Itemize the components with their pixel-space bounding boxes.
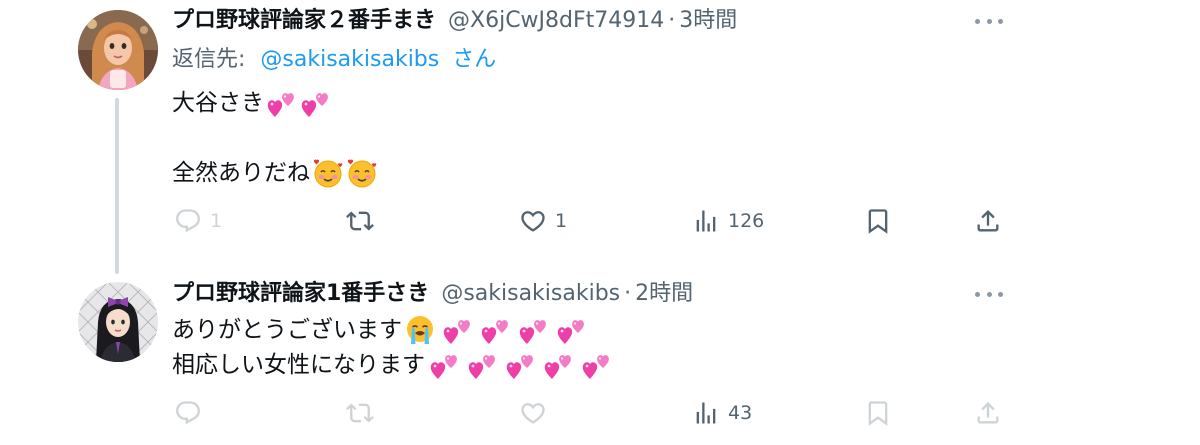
avatar[interactable] xyxy=(78,10,158,90)
loudly-crying-face-emoji-icon xyxy=(404,314,436,346)
like-icon xyxy=(519,399,547,427)
retweet-icon xyxy=(346,207,374,235)
retweet-icon xyxy=(346,399,374,427)
like-button[interactable]: 1 xyxy=(519,204,567,238)
two-hearts-emoji-icon xyxy=(581,349,613,381)
display-name[interactable]: プロ野球評論家1番手さき xyxy=(172,279,429,309)
tweet-text-line-2: 相応しい女性になります xyxy=(172,348,613,382)
user-handle[interactable]: @sakisakisakibs xyxy=(441,279,620,309)
display-name[interactable]: プロ野球評論家２番手まき xyxy=(172,6,436,36)
reply-mention-link[interactable]: @sakisakisakibs xyxy=(260,47,439,72)
views-count: 43 xyxy=(728,402,753,424)
reply-suffix: さん xyxy=(452,47,497,72)
share-icon xyxy=(974,399,1002,427)
reply-button[interactable]: 1 xyxy=(174,204,222,238)
bookmark-icon xyxy=(864,207,892,235)
avatar-image xyxy=(78,10,158,90)
reply-count: 1 xyxy=(210,210,223,232)
like-count: 1 xyxy=(555,210,568,232)
reply-button[interactable] xyxy=(174,396,210,430)
avatar[interactable] xyxy=(78,282,158,362)
views-count: 126 xyxy=(728,210,765,232)
two-hearts-emoji-icon xyxy=(300,87,332,119)
smiling-face-with-hearts-emoji-icon xyxy=(312,157,344,189)
separator-dot: · xyxy=(624,281,632,306)
tweet-text-line-1: ありがとうございます xyxy=(172,313,588,347)
thread-line xyxy=(115,98,119,274)
tweet-text-line-1: 大谷さき xyxy=(172,86,332,120)
views-button[interactable]: 43 xyxy=(692,396,752,430)
bookmark-button[interactable] xyxy=(864,396,892,430)
reply-icon xyxy=(174,399,202,427)
share-icon xyxy=(974,207,1002,235)
tweet-actions: 1 1 126 xyxy=(0,204,1200,238)
two-hearts-emoji-icon xyxy=(556,314,588,346)
tweet-1[interactable]: プロ野球評論家２番手まき @X6jCwJ8dFt74914 · 3時間 返信先:… xyxy=(0,0,1200,274)
two-hearts-emoji-icon xyxy=(429,349,461,381)
two-hearts-emoji-icon xyxy=(467,349,499,381)
retweet-button[interactable] xyxy=(346,204,382,238)
tweet-text: 全然ありだね xyxy=(172,160,310,186)
views-button[interactable]: 126 xyxy=(692,204,764,238)
tweet-header: プロ野球評論家２番手まき @X6jCwJ8dFt74914 · 3時間 xyxy=(172,6,737,36)
tweet-text-line-2: 全然ありだね xyxy=(172,156,378,190)
bookmark-button[interactable] xyxy=(864,204,892,238)
share-button[interactable] xyxy=(974,396,1002,430)
reply-icon xyxy=(174,207,202,235)
share-button[interactable] xyxy=(974,204,1002,238)
views-icon xyxy=(692,399,720,427)
timestamp[interactable]: 3時間 xyxy=(679,6,737,36)
tweet-actions: 43 xyxy=(0,396,1200,430)
tweet-header: プロ野球評論家1番手さき @sakisakisakibs · 2時間 xyxy=(172,279,693,309)
more-options-icon[interactable] xyxy=(975,289,1003,299)
bookmark-icon xyxy=(864,399,892,427)
retweet-button[interactable] xyxy=(346,396,382,430)
separator-dot: · xyxy=(668,8,676,33)
smiling-face-with-hearts-emoji-icon xyxy=(346,157,378,189)
two-hearts-emoji-icon xyxy=(480,314,512,346)
user-handle[interactable]: @X6jCwJ8dFt74914 xyxy=(448,6,664,36)
avatar-image xyxy=(78,282,158,362)
tweet-text: 相応しい女性になります xyxy=(172,352,425,378)
timestamp[interactable]: 2時間 xyxy=(635,279,693,309)
views-icon xyxy=(692,207,720,235)
two-hearts-emoji-icon xyxy=(543,349,575,381)
two-hearts-emoji-icon xyxy=(518,314,550,346)
two-hearts-emoji-icon xyxy=(266,87,298,119)
replying-to-label: 返信先: xyxy=(172,47,246,72)
tweet-text: ありがとうございます xyxy=(172,317,402,343)
like-button[interactable] xyxy=(519,396,555,430)
more-options-icon[interactable] xyxy=(975,16,1003,26)
like-icon xyxy=(519,207,547,235)
tweet-text: 大谷さき xyxy=(172,90,264,116)
tweet-2[interactable]: プロ野球評論家1番手さき @sakisakisakibs · 2時間 ありがとう… xyxy=(0,270,1200,445)
replying-to: 返信先: @sakisakisakibs さん xyxy=(172,45,496,75)
two-hearts-emoji-icon xyxy=(505,349,537,381)
two-hearts-emoji-icon xyxy=(442,314,474,346)
